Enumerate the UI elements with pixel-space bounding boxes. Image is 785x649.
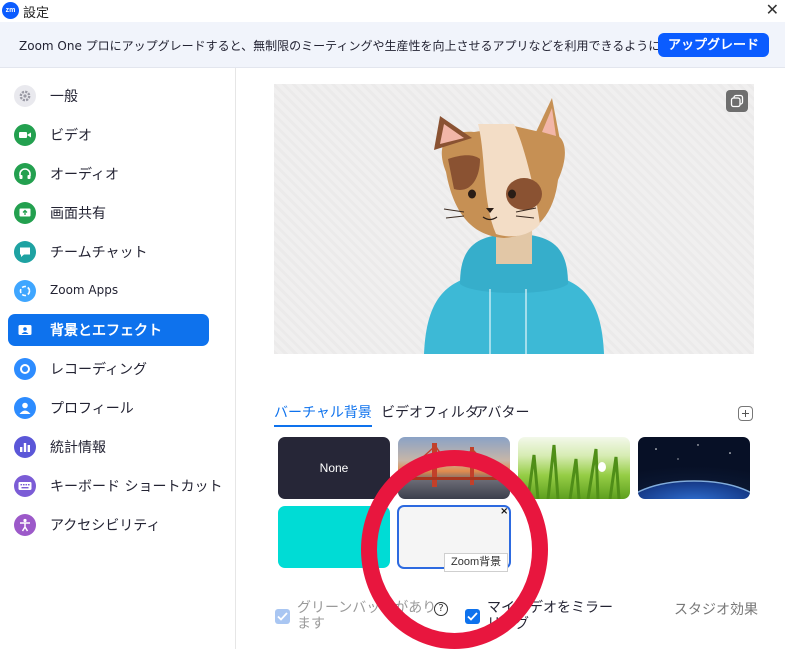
sidebar-item-label: 統計情報 (50, 440, 106, 456)
sidebar-item-label: 一般 (50, 89, 78, 105)
accessibility-icon (14, 514, 36, 536)
sidebar-item-background-effects[interactable]: 背景とエフェクト (8, 314, 209, 346)
sidebar-item-label: プロフィール (50, 401, 134, 417)
sidebar-item-label: キーボード ショートカット (50, 479, 223, 495)
sidebar-item-label: ビデオ (50, 128, 92, 144)
sidebar-item-label: アクセシビリティ (50, 518, 161, 534)
sidebar-item-video[interactable]: ビデオ (8, 119, 209, 151)
tab-video-filters[interactable]: ビデオフィルタ (381, 402, 479, 422)
sidebar-item-label: 画面共有 (50, 206, 106, 222)
window-title: 設定 (23, 6, 50, 21)
copy-icon (730, 94, 744, 108)
sidebar-item-statistics[interactable]: 統計情報 (8, 431, 209, 463)
grass-image (526, 444, 621, 499)
sidebar-item-keyboard-shortcuts[interactable]: キーボード ショートカット (8, 470, 222, 502)
background-golden-gate[interactable] (398, 437, 510, 499)
mirror-video-checkbox[interactable] (465, 609, 480, 624)
sidebar-item-label: レコーディング (50, 362, 148, 378)
share-screen-icon (14, 202, 36, 224)
background-earth-space[interactable] (638, 437, 750, 499)
studio-effects-link[interactable]: スタジオ効果 (674, 599, 758, 619)
upgrade-button[interactable]: アップグレード (658, 33, 769, 57)
sidebar-item-audio[interactable]: オーディオ (8, 158, 209, 190)
mirror-video-label: マイビデオをミラーリング (487, 600, 613, 632)
background-tooltip: Zoom背景 (444, 553, 509, 572)
cat-avatar-image (424, 98, 604, 354)
headphones-icon (14, 163, 36, 185)
sidebar-item-profile[interactable]: プロフィール (8, 392, 209, 424)
bridge-image (398, 442, 510, 487)
sidebar-item-general[interactable]: 一般 (8, 80, 209, 112)
record-icon (14, 358, 36, 380)
sidebar-item-label: チームチャット (50, 245, 148, 261)
sidebar-item-zoom-apps[interactable]: Zoom Apps (8, 275, 209, 307)
video-preview (274, 84, 754, 354)
sidebar-item-team-chat[interactable]: チームチャット (8, 236, 209, 268)
tab-avatars[interactable]: アバター (474, 402, 529, 422)
upgrade-banner: Zoom One プロにアップグレードすると、無制限のミーティングや生産性を向上… (0, 22, 785, 68)
chat-bubble-icon (14, 241, 36, 263)
gear-icon (14, 85, 36, 107)
sidebar-item-label: オーディオ (50, 167, 120, 183)
close-icon[interactable]: ✕ (766, 0, 779, 19)
earth-image (638, 444, 750, 494)
title-bar: zm 設定 ✕ (0, 0, 785, 22)
keyboard-icon (14, 475, 36, 497)
person-icon (14, 397, 36, 419)
bar-chart-icon (14, 436, 36, 458)
help-icon[interactable]: ? (434, 602, 448, 616)
background-teal[interactable] (278, 506, 390, 568)
zoom-logo-icon: zm (2, 2, 19, 19)
add-background-button[interactable] (738, 406, 753, 421)
green-screen-checkbox[interactable] (275, 609, 290, 624)
sidebar-item-label: 背景とエフェクト (50, 323, 162, 339)
apps-icon (14, 280, 36, 302)
tab-virtual-background[interactable]: バーチャル背景 (274, 402, 372, 427)
background-none[interactable]: None (278, 437, 390, 499)
video-camera-icon (14, 124, 36, 146)
checkmark-icon (277, 612, 288, 621)
background-effects-panel: バーチャル背景 ビデオフィルタ アバター None × Zoom背景 グリーンバ… (237, 68, 785, 649)
background-grass[interactable] (518, 437, 630, 499)
banner-text: Zoom One プロにアップグレードすると、無制限のミーティングや生産性を向上… (19, 39, 696, 53)
settings-sidebar: 一般 ビデオ オーディオ 画面共有 チームチャット Zoom Apps 背景とエ… (0, 68, 236, 649)
green-screen-label: グリーンバックがあります (297, 600, 437, 632)
checkmark-icon (467, 612, 478, 621)
copy-preview-button[interactable] (726, 90, 748, 112)
sidebar-item-accessibility[interactable]: アクセシビリティ (8, 509, 209, 541)
sidebar-item-label: Zoom Apps (50, 283, 119, 297)
remove-background-icon[interactable]: × (500, 506, 508, 517)
sidebar-item-share-screen[interactable]: 画面共有 (8, 197, 209, 229)
background-icon (14, 319, 36, 341)
sidebar-item-recording[interactable]: レコーディング (8, 353, 209, 385)
